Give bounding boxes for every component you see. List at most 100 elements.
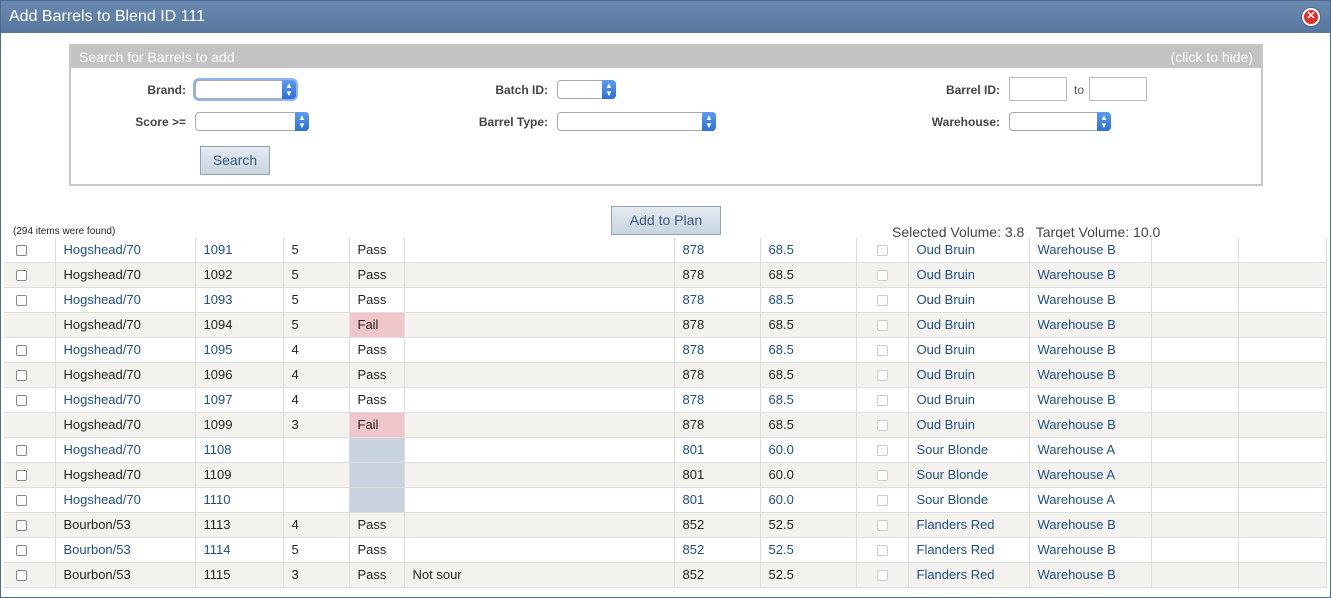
warehouse-cell[interactable]: Warehouse B: [1029, 238, 1152, 263]
volume-cell[interactable]: 68.5: [760, 387, 857, 413]
brand-cell[interactable]: Sour Blonde: [908, 437, 1030, 463]
batch-cell[interactable]: 878: [674, 337, 761, 363]
table-row[interactable]: Hogshead/70 1097 4 Pass 878 68.5 Oud Bruin Ware…: [4, 387, 1327, 413]
brand-cell[interactable]: Sour Blonde: [908, 462, 1030, 488]
row-checkbox[interactable]: [16, 520, 27, 532]
barrel-id-to-input[interactable]: [1089, 77, 1147, 101]
barrel-type-cell[interactable]: Hogshead/70: [55, 387, 196, 413]
volume-cell[interactable]: 52.5: [760, 537, 857, 563]
row-checkbox[interactable]: [16, 295, 27, 307]
row-checkbox[interactable]: [16, 245, 27, 257]
barrel-type-select[interactable]: ▲ ▼: [557, 112, 716, 131]
add-to-plan-button[interactable]: Add to Plan: [611, 206, 721, 235]
barrel-id-cell[interactable]: 1114: [195, 537, 284, 563]
warehouse-cell[interactable]: Warehouse B: [1029, 412, 1152, 438]
brand-cell[interactable]: Oud Bruin: [908, 387, 1030, 413]
hide-search-toggle[interactable]: (click to hide): [1171, 46, 1253, 68]
batch-cell[interactable]: 878: [674, 387, 761, 413]
search-panel-header[interactable]: Search for Barrels to add (click to hide…: [71, 46, 1261, 68]
batch-cell[interactable]: 878: [674, 238, 761, 263]
table-row[interactable]: Hogshead/70 1096 4 Pass 878 68.5 Oud Bruin Ware…: [4, 362, 1327, 388]
barrel-id-cell[interactable]: 1093: [195, 287, 284, 313]
barrel-id-cell[interactable]: 1097: [195, 387, 284, 413]
batch-cell[interactable]: 801: [674, 487, 761, 513]
batch-cell[interactable]: 801: [674, 437, 761, 463]
barrel-id-cell[interactable]: 1091: [195, 238, 284, 263]
brand-select[interactable]: ▲ ▼: [195, 80, 296, 99]
warehouse-cell[interactable]: Warehouse A: [1029, 462, 1152, 488]
barrel-id-cell[interactable]: 1108: [195, 437, 284, 463]
row-checkbox[interactable]: [16, 545, 27, 557]
brand-cell[interactable]: Oud Bruin: [908, 238, 1030, 263]
warehouse-select[interactable]: ▲ ▼: [1009, 112, 1111, 131]
table-row[interactable]: Hogshead/70 1099 3 Fail 878 68.5 Oud Bruin Ware…: [4, 412, 1327, 438]
warehouse-cell[interactable]: Warehouse B: [1029, 387, 1152, 413]
warehouse-cell[interactable]: Warehouse B: [1029, 562, 1152, 588]
brand-cell[interactable]: Oud Bruin: [908, 412, 1030, 438]
row-checkbox[interactable]: [16, 270, 27, 282]
warehouse-cell[interactable]: Warehouse B: [1029, 362, 1152, 388]
table-row[interactable]: Hogshead/70 1108 801 60.0 Sour Blonde Warehou…: [4, 437, 1327, 463]
brand-cell[interactable]: Oud Bruin: [908, 337, 1030, 363]
warehouse-cell[interactable]: Warehouse B: [1029, 337, 1152, 363]
batch-cell: 878: [674, 362, 761, 388]
brand-cell[interactable]: Flanders Red: [908, 562, 1030, 588]
barrel-type-cell[interactable]: Hogshead/70: [55, 437, 196, 463]
row-checkbox[interactable]: [16, 345, 27, 357]
warehouse-cell[interactable]: Warehouse B: [1029, 312, 1152, 338]
table-row[interactable]: Hogshead/70 1091 5 Pass 878 68.5 Oud Bruin Ware…: [4, 238, 1327, 263]
note-cell: [404, 238, 675, 263]
warehouse-cell[interactable]: Warehouse B: [1029, 262, 1152, 288]
volume-cell[interactable]: 68.5: [760, 238, 857, 263]
note-cell: [404, 412, 675, 438]
brand-cell[interactable]: Oud Bruin: [908, 262, 1030, 288]
table-row[interactable]: Bourbon/53 1113 4 Pass 852 52.5 Flanders Red Wa…: [4, 512, 1327, 538]
brand-cell[interactable]: Oud Bruin: [908, 362, 1030, 388]
warehouse-cell[interactable]: Warehouse B: [1029, 537, 1152, 563]
barrel-id-from-input[interactable]: [1009, 77, 1067, 101]
table-row[interactable]: Bourbon/53 1114 5 Pass 852 52.5 Flanders Red Wa…: [4, 537, 1327, 563]
brand-cell[interactable]: Flanders Red: [908, 537, 1030, 563]
warehouse-cell[interactable]: Warehouse B: [1029, 287, 1152, 313]
batch-id-select[interactable]: ▲ ▼: [557, 80, 616, 99]
row-checkbox[interactable]: [16, 570, 27, 582]
table-row[interactable]: Hogshead/70 1092 5 Pass 878 68.5 Oud Bruin Ware…: [4, 262, 1327, 288]
empty-cell: [1151, 287, 1239, 313]
row-checkbox[interactable]: [16, 395, 27, 407]
warehouse-cell[interactable]: Warehouse A: [1029, 487, 1152, 513]
brand-cell[interactable]: Flanders Red: [908, 512, 1030, 538]
barrel-type-cell[interactable]: Hogshead/70: [55, 337, 196, 363]
barrel-id-cell[interactable]: 1095: [195, 337, 284, 363]
barrel-type-cell[interactable]: Hogshead/70: [55, 487, 196, 513]
search-button[interactable]: Search: [200, 146, 270, 175]
table-row[interactable]: Hogshead/70 1095 4 Pass 878 68.5 Oud Bruin Ware…: [4, 337, 1327, 363]
volume-cell[interactable]: 68.5: [760, 337, 857, 363]
brand-cell[interactable]: Oud Bruin: [908, 287, 1030, 313]
barrel-type-cell[interactable]: Hogshead/70: [55, 238, 196, 263]
volume-cell[interactable]: 60.0: [760, 437, 857, 463]
row-checkbox[interactable]: [16, 495, 27, 507]
warehouse-cell[interactable]: Warehouse A: [1029, 437, 1152, 463]
volume-cell[interactable]: 68.5: [760, 287, 857, 313]
table-row[interactable]: Bourbon/53 1115 3 Pass Not sour 852 52.5 Flande…: [4, 562, 1327, 588]
brand-cell[interactable]: Oud Bruin: [908, 312, 1030, 338]
close-icon[interactable]: ✕: [1302, 8, 1320, 26]
barrel-id-cell[interactable]: 1110: [195, 487, 284, 513]
row-checkbox[interactable]: [16, 470, 27, 482]
table-row[interactable]: Hogshead/70 1093 5 Pass 878 68.5 Oud Bruin Ware…: [4, 287, 1327, 313]
score-select[interactable]: ▲ ▼: [195, 112, 309, 131]
batch-cell[interactable]: 878: [674, 287, 761, 313]
table-row[interactable]: Hogshead/70 1110 801 60.0 Sour Blonde Warehou…: [4, 487, 1327, 513]
brand-cell[interactable]: Sour Blonde: [908, 487, 1030, 513]
barrel-type-cell[interactable]: Hogshead/70: [55, 287, 196, 313]
barrel-type-cell[interactable]: Bourbon/53: [55, 537, 196, 563]
row-checkbox[interactable]: [16, 445, 27, 457]
row-checkbox[interactable]: [16, 370, 27, 382]
batch-cell[interactable]: 852: [674, 537, 761, 563]
table-row[interactable]: Hogshead/70 1109 801 60.0 Sour Blonde Warehou…: [4, 462, 1327, 488]
table-row[interactable]: Hogshead/70 1094 5 Fail 878 68.5 Oud Bruin Ware…: [4, 312, 1327, 338]
volume-cell[interactable]: 60.0: [760, 487, 857, 513]
warehouse-cell[interactable]: Warehouse B: [1029, 512, 1152, 538]
score-cell: 5: [283, 287, 350, 313]
empty-cell: [1238, 512, 1327, 538]
